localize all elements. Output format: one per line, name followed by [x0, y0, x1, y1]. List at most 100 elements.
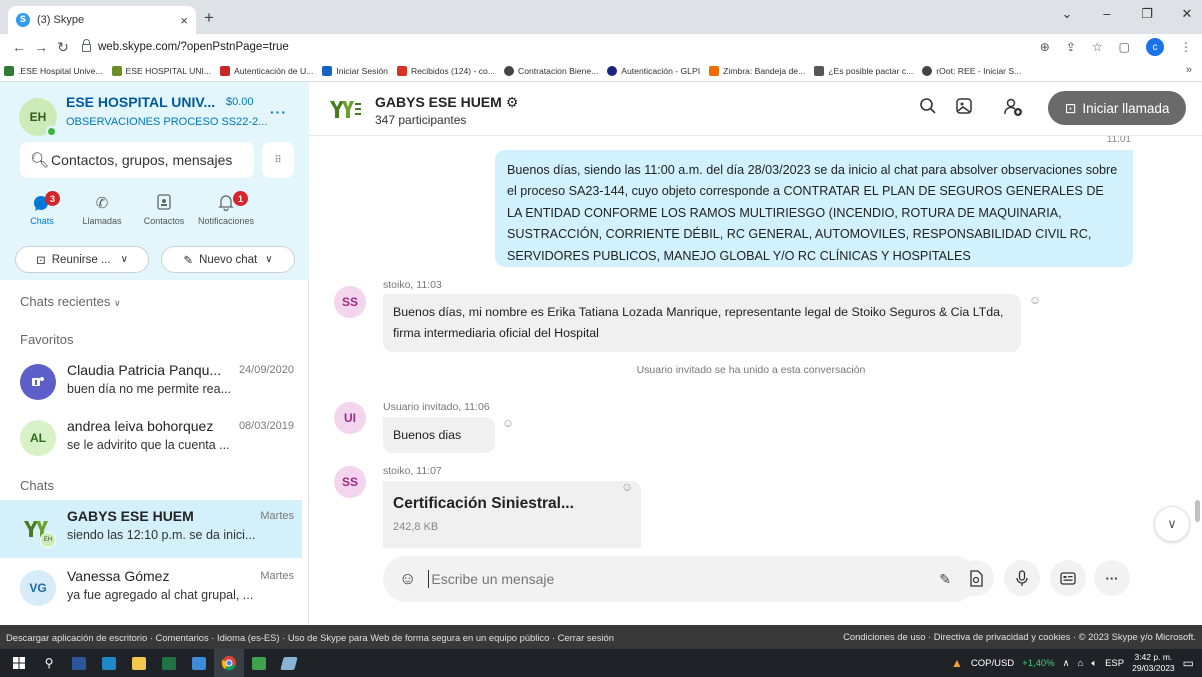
- taskbar-app-icon[interactable]: [184, 649, 214, 677]
- new-tab-icon[interactable]: +: [204, 8, 214, 28]
- bookmark-star-icon[interactable]: ☆: [1092, 40, 1103, 54]
- browser-tab[interactable]: S (3) Skype ×: [8, 6, 196, 34]
- more-options-icon[interactable]: ···: [270, 104, 287, 120]
- phone-icon: ✆: [95, 195, 109, 212]
- bookmark-item[interactable]: Recibidos (124) - co...: [396, 65, 495, 76]
- taskbar-app-icon[interactable]: [94, 649, 124, 677]
- favorite-chat-item[interactable]: Claudia Patricia Panqu... 24/09/2020 bue…: [0, 354, 302, 412]
- more-options-button[interactable]: ···: [1094, 560, 1130, 596]
- message-list[interactable]: 11:01 Buenos días, siendo las 11:00 a.m.…: [309, 136, 1193, 548]
- taskbar-app-icon[interactable]: [274, 649, 304, 677]
- chat-preview: ya fue agregado al chat grupal, ...: [67, 588, 254, 602]
- own-message[interactable]: Buenos días, siendo las 11:00 a.m. del d…: [495, 150, 1133, 267]
- share-icon[interactable]: ⇪: [1066, 40, 1076, 54]
- bookmark-item[interactable]: Zimbra: Bandeja de...: [709, 65, 805, 76]
- reload-icon[interactable]: ↻: [52, 39, 74, 56]
- pen-icon[interactable]: ✎: [939, 571, 951, 588]
- chat-item[interactable]: VG Vanessa Gómez Martes ya fue agregado …: [0, 560, 302, 618]
- profile-name[interactable]: ESE HOSPITAL UNIV...: [66, 94, 215, 110]
- clock[interactable]: 3:42 p. m. 29/03/2023: [1132, 652, 1175, 674]
- browser-profile-avatar[interactable]: c: [1146, 38, 1164, 56]
- record-audio-button[interactable]: [1004, 560, 1040, 596]
- start-call-button[interactable]: ⊡ Iniciar llamada: [1048, 91, 1186, 125]
- message-input[interactable]: [428, 570, 940, 588]
- nav-calls[interactable]: ✆ Llamadas: [71, 194, 133, 226]
- reaction-smiley-icon[interactable]: ☺: [621, 480, 633, 494]
- volume-icon[interactable]: 🔈︎: [1091, 658, 1097, 669]
- bookmark-item[interactable]: Iniciar Sesión: [322, 65, 388, 76]
- network-icon[interactable]: ⌂: [1078, 658, 1084, 669]
- avatar[interactable]: UI: [334, 402, 366, 434]
- tab-search-icon[interactable]: ⌄: [1060, 6, 1074, 22]
- bookmark-item[interactable]: ESE HOSPITAL UNI...: [111, 65, 211, 76]
- bookmarks-overflow-icon[interactable]: »: [1186, 64, 1192, 76]
- footer-links-right[interactable]: Condiciones de uso · Directiva de privac…: [843, 631, 1196, 642]
- reaction-smiley-icon[interactable]: ☺: [502, 416, 514, 430]
- nav-chats[interactable]: 3 Chats: [13, 191, 71, 226]
- new-chat-button[interactable]: ✎ Nuevo chat ∨: [161, 246, 295, 273]
- file-attachment[interactable]: Certificación Siniestral... 242,8 KB: [383, 481, 641, 548]
- participants-count[interactable]: 347 participantes: [375, 113, 466, 127]
- conversation-title[interactable]: GABYS ESE HUEM ⚙: [375, 94, 518, 111]
- language-indicator[interactable]: ESP: [1105, 658, 1124, 669]
- file-explorer-icon[interactable]: [124, 649, 154, 677]
- favorites-header: Favoritos: [20, 332, 74, 347]
- bookmark-item[interactable]: Autenticación - GLPI: [607, 65, 700, 76]
- search-icon[interactable]: [919, 97, 937, 120]
- bookmark-item[interactable]: ¿Es posible pactar c...: [814, 65, 913, 76]
- meet-now-button[interactable]: ⊡ Reunirse ... ∨: [15, 246, 149, 273]
- close-window-icon[interactable]: ✕: [1180, 6, 1194, 22]
- reaction-smiley-icon[interactable]: ☺: [1029, 293, 1041, 307]
- bookmark-item[interactable]: Contratacion Biene...: [504, 65, 598, 76]
- back-icon[interactable]: ←: [8, 39, 30, 55]
- browser-menu-icon[interactable]: ⋮: [1180, 40, 1192, 54]
- avatar[interactable]: SS: [334, 286, 366, 318]
- forward-icon[interactable]: →: [30, 39, 52, 55]
- tab-close-icon[interactable]: ×: [180, 13, 188, 28]
- windows-start-icon[interactable]: [4, 649, 34, 677]
- nav-notifications[interactable]: 1 Notificaciones: [195, 191, 257, 226]
- scroll-to-bottom-button[interactable]: ∨: [1154, 506, 1190, 542]
- currency-ticker[interactable]: COP/USD: [971, 658, 1014, 669]
- contact-card-button[interactable]: [1050, 560, 1086, 596]
- word-icon[interactable]: [64, 649, 94, 677]
- dialpad-icon[interactable]: ⠿: [262, 142, 294, 178]
- zoom-icon[interactable]: ⊕: [1040, 40, 1050, 54]
- scrollbar-thumb[interactable]: [1195, 500, 1200, 522]
- bookmark-item[interactable]: Autenticación de U...: [220, 65, 313, 76]
- tray-chevron-icon[interactable]: ∧: [1063, 658, 1070, 669]
- zimbra-icon: [709, 65, 720, 76]
- avatar[interactable]: SS: [334, 466, 366, 498]
- profile-mood[interactable]: OBSERVACIONES PROCESO SS22-2...: [66, 116, 267, 128]
- excel-icon[interactable]: [154, 649, 184, 677]
- taskbar-app-icon[interactable]: [244, 649, 274, 677]
- share-file-button[interactable]: [958, 560, 994, 596]
- nav-contacts[interactable]: Contactos: [133, 194, 195, 226]
- group-logo-icon[interactable]: [329, 99, 361, 119]
- notification-center-icon[interactable]: ▭: [1183, 656, 1194, 670]
- incoming-message[interactable]: Buenos dias: [383, 417, 495, 453]
- settings-gear-icon[interactable]: ⚙: [506, 94, 519, 110]
- chat-name: Claudia Patricia Panqu...: [67, 362, 222, 378]
- minimize-icon[interactable]: –: [1100, 6, 1114, 22]
- chrome-icon[interactable]: [214, 649, 244, 677]
- bookmark-item[interactable]: rOot: REE - Iniciar S...: [922, 65, 1021, 76]
- bookmark-item[interactable]: .ESE Hospital Unive...: [4, 65, 103, 76]
- conversation-header: GABYS ESE HUEM ⚙ 347 participantes ⊡ Ini…: [309, 82, 1202, 136]
- sidepanel-icon[interactable]: ▢: [1119, 40, 1130, 54]
- footer-links-left[interactable]: Descargar aplicación de escritorio · Com…: [6, 632, 614, 643]
- search-placeholder: Contactos, grupos, mensajes: [51, 152, 233, 168]
- emoji-icon[interactable]: ☺: [399, 569, 416, 589]
- add-participant-icon[interactable]: [1003, 97, 1023, 122]
- skype-credit[interactable]: $0.00: [226, 96, 254, 108]
- search-input[interactable]: 🔍︎ Contactos, grupos, mensajes: [20, 142, 254, 178]
- incoming-message[interactable]: Buenos días, mi nombre es Erika Tatiana …: [383, 294, 1021, 352]
- favorite-chat-item[interactable]: AL andrea leiva bohorquez 08/03/2019 se …: [0, 410, 302, 468]
- chat-item-selected[interactable]: EH GABYS ESE HUEM Martes siendo las 12:1…: [0, 500, 302, 558]
- recent-chats-header[interactable]: Chats recientes ∨: [20, 294, 121, 309]
- taskbar-search-icon[interactable]: ⚲: [34, 649, 64, 677]
- chats-header: Chats: [20, 478, 54, 493]
- gallery-icon[interactable]: [955, 97, 973, 120]
- url-field[interactable]: web.skype.com/?openPstnPage=true: [82, 39, 289, 53]
- restore-icon[interactable]: ❐: [1140, 6, 1154, 22]
